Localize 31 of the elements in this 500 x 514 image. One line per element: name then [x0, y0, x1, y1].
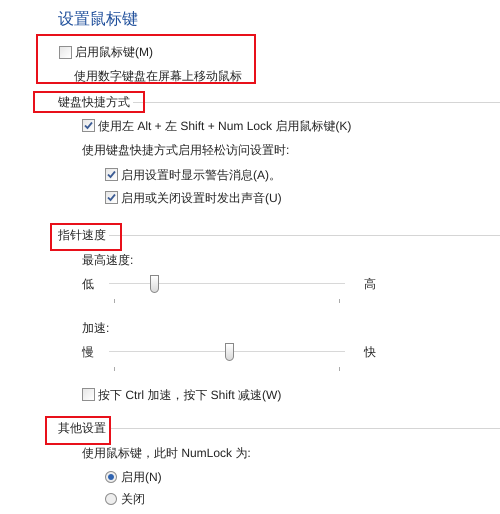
label: 使用鼠标键，此时 NumLock 为: — [82, 445, 251, 462]
slider-max-label: 高 — [364, 276, 376, 293]
checkbox[interactable] — [59, 46, 72, 58]
section-header: 其他设置 — [58, 420, 107, 437]
page-title: 设置鼠标键 — [57, 10, 139, 30]
slider-track[interactable] — [109, 275, 345, 305]
checkbox[interactable] — [105, 168, 118, 181]
label: 最高速度: — [82, 252, 134, 269]
radio-button[interactable] — [105, 471, 117, 483]
checkbox[interactable] — [82, 388, 95, 401]
checkbox-label: 启用或关闭设置时发出声音(U) — [121, 190, 282, 206]
section-header: 指针速度 — [58, 227, 107, 244]
description: 使用数字键盘在屏幕上移动鼠标 — [73, 68, 243, 85]
slider-thumb[interactable] — [150, 275, 159, 293]
radio-label: 关闭 — [121, 491, 145, 508]
section-header: 键盘快捷方式 — [58, 94, 131, 111]
slider-track[interactable] — [109, 343, 345, 373]
checkbox[interactable] — [82, 119, 95, 132]
checkbox-label: 使用左 Alt + 左 Shift + Num Lock 启用鼠标键(K) — [98, 118, 352, 134]
checkbox-label: 启用鼠标键(M) — [75, 44, 153, 61]
checkbox-label: 启用设置时显示警告消息(A)。 — [121, 166, 281, 184]
slider-max-label: 快 — [364, 344, 376, 361]
checkbox-label: 按下 Ctrl 加速，按下 Shift 减速(W) — [98, 386, 282, 404]
slider-min-label: 低 — [82, 276, 95, 293]
checkbox[interactable] — [105, 191, 118, 204]
slider-thumb[interactable] — [225, 343, 234, 361]
radio-button[interactable] — [105, 493, 117, 505]
label: 加速: — [82, 320, 110, 337]
label: 使用键盘快捷方式启用轻松访问设置时: — [82, 142, 290, 159]
slider-min-label: 慢 — [82, 344, 95, 361]
radio-label: 启用(N) — [121, 469, 162, 486]
